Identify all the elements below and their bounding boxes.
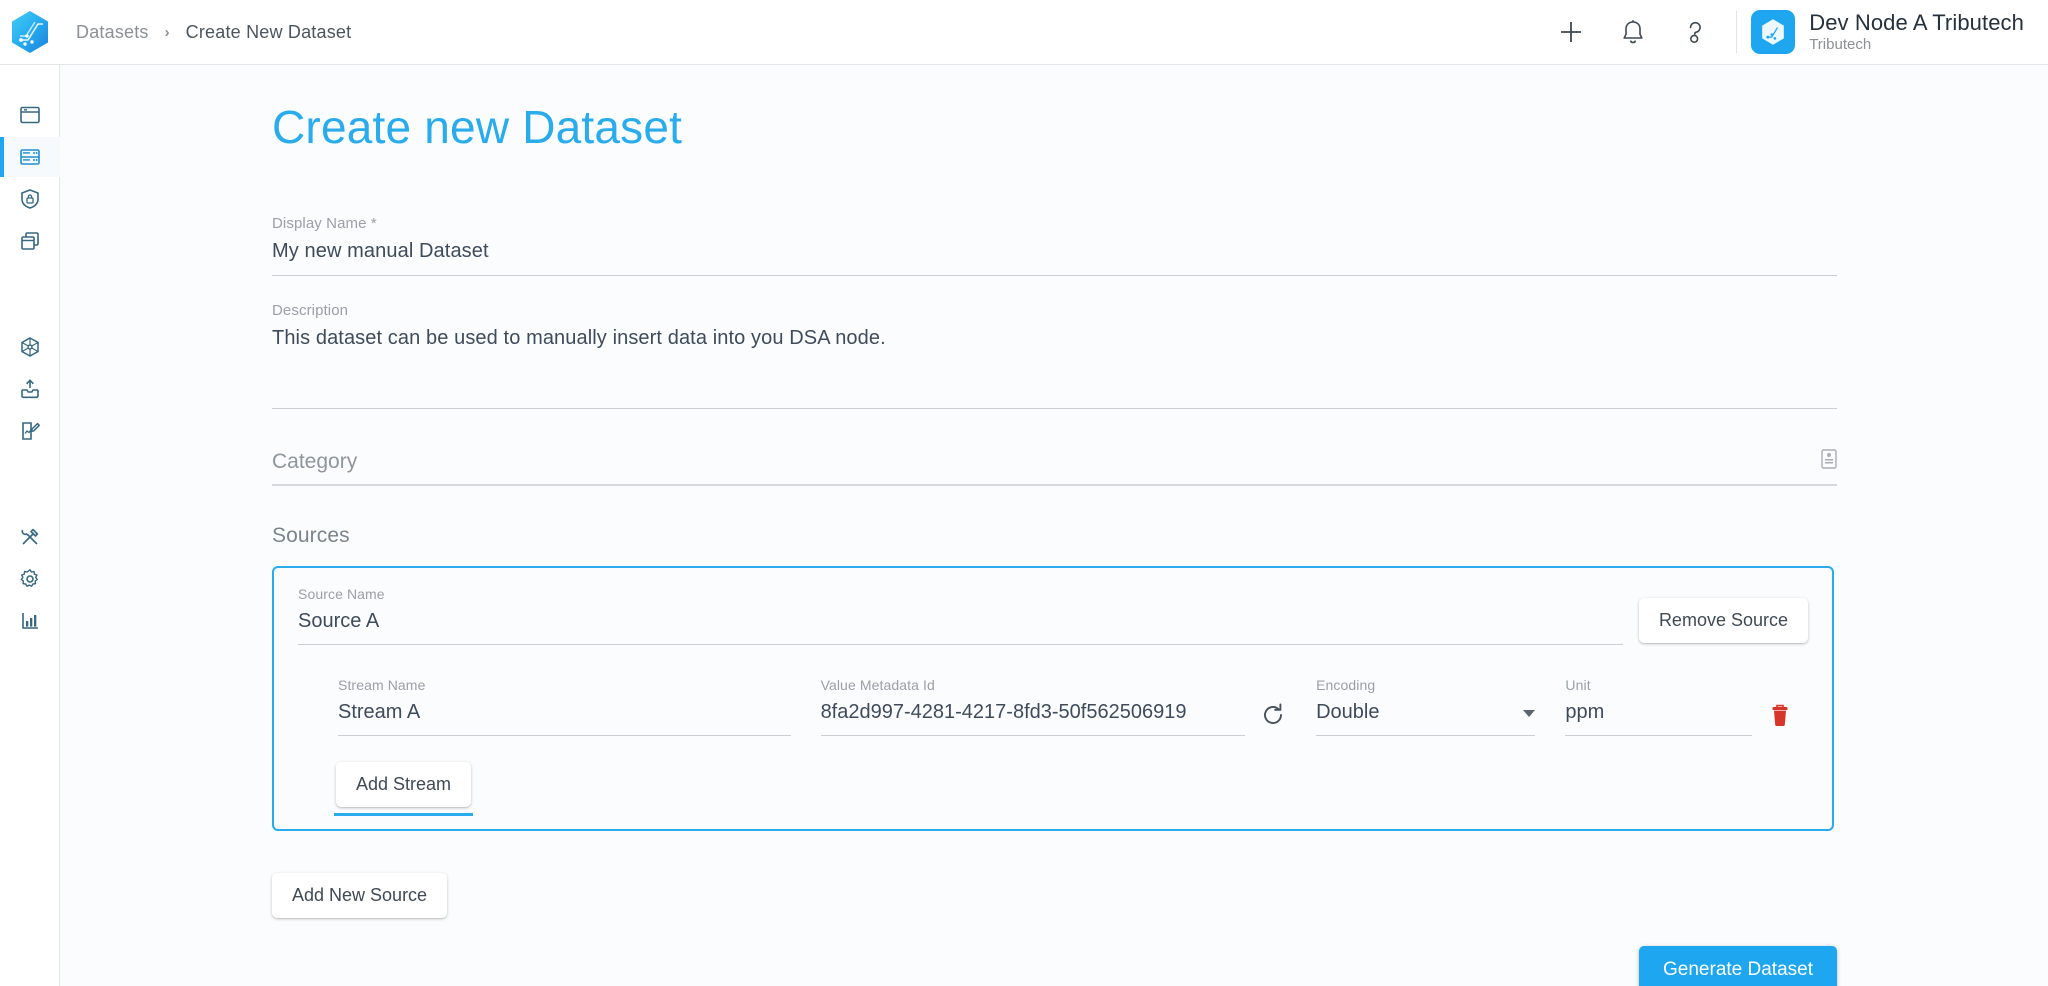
account-menu[interactable]: Dev Node A Tributech Tributech bbox=[1751, 0, 2038, 64]
stream-row: Stream Name Stream A Value Metadata Id 8… bbox=[298, 677, 1808, 736]
help-icon bbox=[1689, 21, 1702, 43]
top-bar-actions: Dev Node A Tributech Tributech bbox=[1540, 0, 2048, 64]
layers-copy-icon bbox=[21, 232, 39, 250]
breadcrumb-current: Create New Dataset bbox=[185, 21, 352, 42]
stream-name-field[interactable]: Stream Name Stream A bbox=[338, 677, 791, 736]
sources-heading: Sources bbox=[272, 524, 350, 547]
sidebar-item-overview[interactable] bbox=[0, 95, 60, 135]
breadcrumb-datasets[interactable]: Datasets bbox=[76, 22, 149, 43]
breadcrumb: Datasets › Create New Dataset bbox=[76, 22, 351, 43]
value-metadata-id-label: Value Metadata Id bbox=[820, 677, 935, 693]
refresh-metadata-button[interactable] bbox=[1245, 702, 1301, 736]
account-text: Dev Node A Tributech Tributech bbox=[1809, 10, 2024, 55]
category-list-icon[interactable] bbox=[1821, 449, 1837, 474]
sidebar-gap-1 bbox=[0, 263, 59, 327]
category-field[interactable]: Category bbox=[272, 449, 1837, 486]
trash-icon bbox=[1772, 704, 1788, 726]
category-input[interactable]: Category bbox=[272, 450, 357, 474]
notifications-button[interactable] bbox=[1602, 0, 1664, 64]
encoding-underline bbox=[1316, 735, 1536, 736]
value-metadata-id-input[interactable]: 8fa2d997-4281-4217-8fd3-50f562506919 bbox=[821, 701, 1246, 735]
category-list-icon-glyph bbox=[1821, 449, 1837, 469]
display-name-label: Display Name * bbox=[272, 215, 377, 232]
refresh-icon bbox=[1264, 703, 1283, 724]
sidebar-item-network[interactable] bbox=[0, 327, 60, 367]
generate-dataset-button[interactable]: Generate Dataset bbox=[1639, 946, 1837, 986]
notifications-bell-icon bbox=[1623, 20, 1643, 44]
add-stream-focus-indicator bbox=[334, 813, 474, 816]
display-name-field[interactable]: Display Name * My new manual Dataset bbox=[272, 215, 1837, 276]
account-name: Dev Node A Tributech bbox=[1809, 9, 2024, 35]
network-hub-icon bbox=[21, 337, 39, 357]
delete-stream-button[interactable] bbox=[1752, 704, 1808, 736]
sidebar-item-analytics[interactable] bbox=[0, 601, 60, 641]
add-icon bbox=[1561, 22, 1582, 42]
stream-name-underline bbox=[338, 735, 791, 736]
stream-name-input[interactable]: Stream A bbox=[338, 701, 791, 735]
display-name-input[interactable]: My new manual Dataset bbox=[272, 240, 1837, 275]
shield-lock-icon bbox=[21, 189, 39, 209]
sidebar-item-settings[interactable] bbox=[0, 559, 60, 599]
top-bar: Datasets › Create New Dataset Dev Node A… bbox=[0, 0, 2048, 65]
upload-inbox-icon bbox=[21, 379, 39, 399]
help-button[interactable] bbox=[1664, 0, 1726, 64]
unit-underline bbox=[1565, 735, 1753, 736]
add-stream-button[interactable]: Add Stream bbox=[336, 762, 472, 807]
remove-source-button[interactable]: Remove Source bbox=[1638, 598, 1808, 643]
bar-chart-icon bbox=[22, 613, 38, 629]
encoding-label: Encoding bbox=[1316, 677, 1376, 693]
header-divider bbox=[1736, 11, 1738, 53]
tributech-hex-logo-icon bbox=[12, 11, 48, 53]
sidebar bbox=[0, 65, 60, 986]
unit-label: Unit bbox=[1565, 677, 1591, 693]
unit-field[interactable]: Unit ppm bbox=[1565, 677, 1753, 736]
account-organization: Tributech bbox=[1809, 35, 1872, 53]
sidebar-item-copies[interactable] bbox=[0, 221, 60, 261]
encoding-field[interactable]: Encoding Double bbox=[1316, 677, 1536, 736]
source-card: Source Name Source A Remove Source Strea… bbox=[272, 566, 1834, 831]
source-name-label: Source Name bbox=[298, 586, 385, 602]
source-name-input[interactable]: Source A bbox=[298, 610, 1623, 644]
add-button[interactable] bbox=[1540, 0, 1602, 64]
description-field[interactable]: Description This dataset can be used to … bbox=[272, 302, 1837, 409]
category-underline bbox=[272, 484, 1837, 486]
source-name-field[interactable]: Source Name Source A bbox=[298, 586, 1623, 645]
chevron-down-icon[interactable] bbox=[1523, 710, 1536, 717]
value-metadata-id-underline bbox=[820, 735, 1246, 736]
sidebar-item-tools[interactable] bbox=[0, 517, 60, 557]
edit-document-icon bbox=[22, 422, 40, 440]
tools-icon bbox=[21, 528, 39, 545]
description-label: Description bbox=[272, 302, 349, 319]
source-top-row: Source Name Source A Remove Source bbox=[298, 586, 1808, 645]
create-dataset-form: Display Name * My new manual Dataset Des… bbox=[272, 215, 1837, 986]
generate-row: Generate Dataset bbox=[272, 946, 1837, 986]
add-stream-wrap: Add Stream bbox=[298, 762, 1808, 816]
server-rack-icon bbox=[20, 149, 40, 165]
unit-input[interactable]: ppm bbox=[1565, 701, 1752, 735]
tributech-node-avatar-icon bbox=[1762, 19, 1785, 45]
sidebar-item-datasets[interactable] bbox=[0, 137, 60, 177]
gear-icon bbox=[20, 569, 38, 587]
sidebar-item-upload[interactable] bbox=[0, 369, 60, 409]
app-logo[interactable] bbox=[0, 0, 60, 64]
page-title: Create new Dataset bbox=[272, 101, 683, 153]
stream-name-label: Stream Name bbox=[338, 677, 426, 693]
avatar bbox=[1751, 10, 1796, 54]
sidebar-item-security[interactable] bbox=[0, 179, 60, 219]
encoding-select-value[interactable]: Double bbox=[1316, 701, 1379, 724]
value-metadata-id-field[interactable]: Value Metadata Id 8fa2d997-4281-4217-8fd… bbox=[820, 677, 1246, 736]
breadcrumb-separator-icon: › bbox=[164, 23, 170, 41]
add-new-source-button[interactable]: Add New Source bbox=[272, 873, 448, 918]
main-content: Create new Dataset Display Name * My new… bbox=[60, 65, 2048, 986]
source-name-underline bbox=[298, 644, 1623, 645]
window-icon bbox=[20, 106, 40, 124]
add-new-source-wrap: Add New Source bbox=[272, 873, 1837, 918]
sidebar-item-edit[interactable] bbox=[0, 411, 60, 451]
description-input[interactable]: This dataset can be used to manually ins… bbox=[272, 327, 1837, 362]
sidebar-gap-2 bbox=[0, 453, 59, 517]
